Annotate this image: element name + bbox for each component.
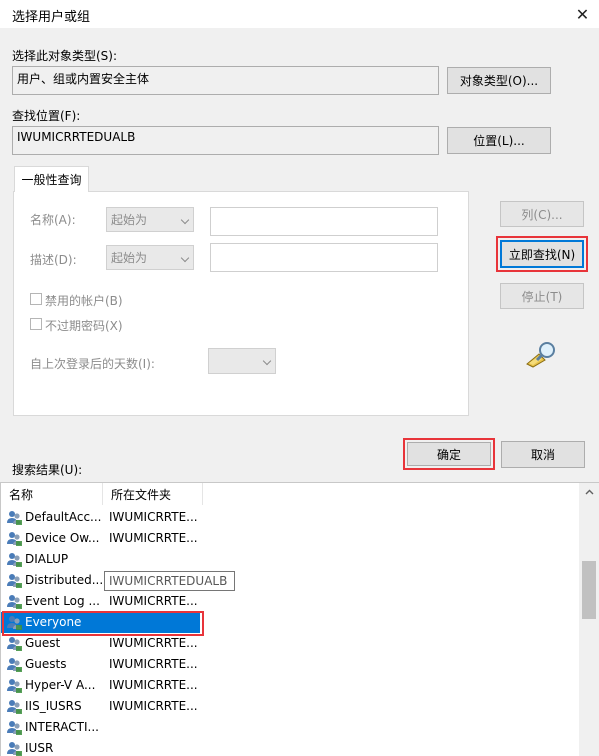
table-row[interactable]: Hyper-V A... IWUMICRRTE...	[1, 675, 579, 696]
location-label: 查找位置(F):	[12, 109, 81, 123]
table-row[interactable]: Event Log ... IWUMICRRTE...	[1, 591, 579, 612]
row-folder: IWUMICRRTE...	[109, 699, 198, 713]
user-group-icon	[6, 698, 23, 715]
scroll-up-icon	[585, 489, 593, 494]
locations-button[interactable]: 位置(L)...	[447, 127, 551, 154]
table-row[interactable]: IUSR	[1, 738, 579, 756]
row-name: IUSR	[25, 741, 54, 755]
close-button[interactable]: ✕	[566, 0, 599, 28]
disabled-accounts-checkbox[interactable]	[30, 293, 42, 305]
row-name: Hyper-V A...	[25, 678, 96, 692]
row-name: Event Log ...	[25, 594, 100, 608]
results-scrollbar[interactable]	[579, 483, 599, 756]
scroll-up-button[interactable]	[579, 483, 599, 500]
row-folder: IWUMICRRTE...	[109, 594, 198, 608]
window-title: 选择用户或组	[12, 10, 91, 25]
chevron-down-icon	[180, 215, 190, 224]
name-input[interactable]	[210, 207, 438, 236]
row-folder: IWUMICRRTE...	[109, 657, 198, 671]
stop-button[interactable]: 停止(T)	[500, 283, 584, 309]
tab-general-query[interactable]: 一般性查询	[14, 166, 89, 192]
user-group-icon	[6, 509, 23, 526]
row-name: Guest	[25, 636, 61, 650]
user-group-icon	[6, 530, 23, 547]
row-name: DefaultAcc...	[25, 510, 102, 524]
location-field: IWUMICRRTEDUALB	[12, 126, 439, 155]
row-name: IIS_IUSRS	[25, 699, 82, 713]
user-group-icon	[6, 656, 23, 673]
table-row[interactable]: DefaultAcc... IWUMICRRTE...	[1, 507, 579, 528]
user-group-icon	[6, 719, 23, 736]
row-name: Device Ow...	[25, 531, 100, 545]
days-since-logon-dropdown[interactable]	[208, 348, 276, 374]
row-folder: IWUMICRRTE...	[109, 510, 198, 524]
object-types-button[interactable]: 对象类型(O)...	[447, 67, 551, 94]
user-group-icon	[6, 677, 23, 694]
search-flashlight-icon	[525, 340, 559, 368]
user-group-icon	[6, 593, 23, 610]
object-type-label: 选择此对象类型(S):	[12, 49, 118, 63]
non-expiring-password-checkbox[interactable]	[30, 318, 42, 330]
name-mode-dropdown[interactable]: 起始为	[106, 207, 194, 232]
user-group-icon	[6, 635, 23, 652]
days-since-logon-label: 自上次登录后的天数(I):	[30, 357, 155, 371]
tab-joint	[15, 190, 88, 192]
columns-button[interactable]: 列(C)...	[500, 201, 584, 227]
row-folder	[109, 738, 204, 756]
close-icon: ✕	[575, 4, 590, 24]
row-folder	[109, 717, 204, 738]
row-folder	[109, 549, 204, 570]
cancel-button[interactable]: 取消	[501, 441, 585, 468]
folder-tooltip: IWUMICRRTEDUALB	[104, 571, 235, 591]
find-now-button[interactable]: 立即查找(N)	[500, 240, 584, 268]
name-label: 名称(A):	[30, 213, 76, 227]
table-row[interactable]: DIALUP	[1, 549, 579, 570]
everyone-highlight	[2, 611, 204, 636]
row-name: DIALUP	[25, 552, 69, 566]
chevron-down-icon	[180, 253, 190, 262]
description-mode-value: 起始为	[111, 251, 148, 265]
column-header-folder[interactable]: 所在文件夹	[103, 483, 203, 505]
row-name: INTERACTI...	[25, 720, 99, 734]
description-mode-dropdown[interactable]: 起始为	[106, 245, 194, 270]
table-row[interactable]: Guests IWUMICRRTE...	[1, 654, 579, 675]
table-row[interactable]: INTERACTI...	[1, 717, 579, 738]
chevron-down-icon	[262, 356, 272, 366]
table-row[interactable]: Guest IWUMICRRTE...	[1, 633, 579, 654]
row-folder: IWUMICRRTE...	[109, 678, 198, 692]
disabled-accounts-label: 禁用的帐户(B)	[45, 294, 123, 308]
user-group-icon	[6, 551, 23, 568]
table-row[interactable]: Distributed...	[1, 570, 579, 591]
table-row[interactable]: IIS_IUSRS IWUMICRRTE...	[1, 696, 579, 717]
scroll-thumb[interactable]	[582, 561, 596, 619]
column-header-name[interactable]: 名称	[1, 483, 103, 505]
row-name: Distributed...	[25, 573, 104, 587]
table-row[interactable]: Device Ow... IWUMICRRTE...	[1, 528, 579, 549]
object-type-field: 用户、组或内置安全主体	[12, 66, 439, 95]
user-group-icon	[6, 740, 23, 756]
user-group-icon	[6, 572, 23, 589]
description-label: 描述(D):	[30, 253, 77, 267]
description-input[interactable]	[210, 243, 438, 272]
non-expiring-password-label: 不过期密码(X)	[45, 319, 123, 333]
search-results-label: 搜索结果(U):	[12, 463, 83, 477]
ok-button[interactable]: 确定	[407, 442, 491, 466]
row-folder: IWUMICRRTE...	[109, 636, 198, 650]
row-folder: IWUMICRRTE...	[109, 531, 198, 545]
row-name: Guests	[25, 657, 67, 671]
name-mode-value: 起始为	[111, 213, 148, 227]
